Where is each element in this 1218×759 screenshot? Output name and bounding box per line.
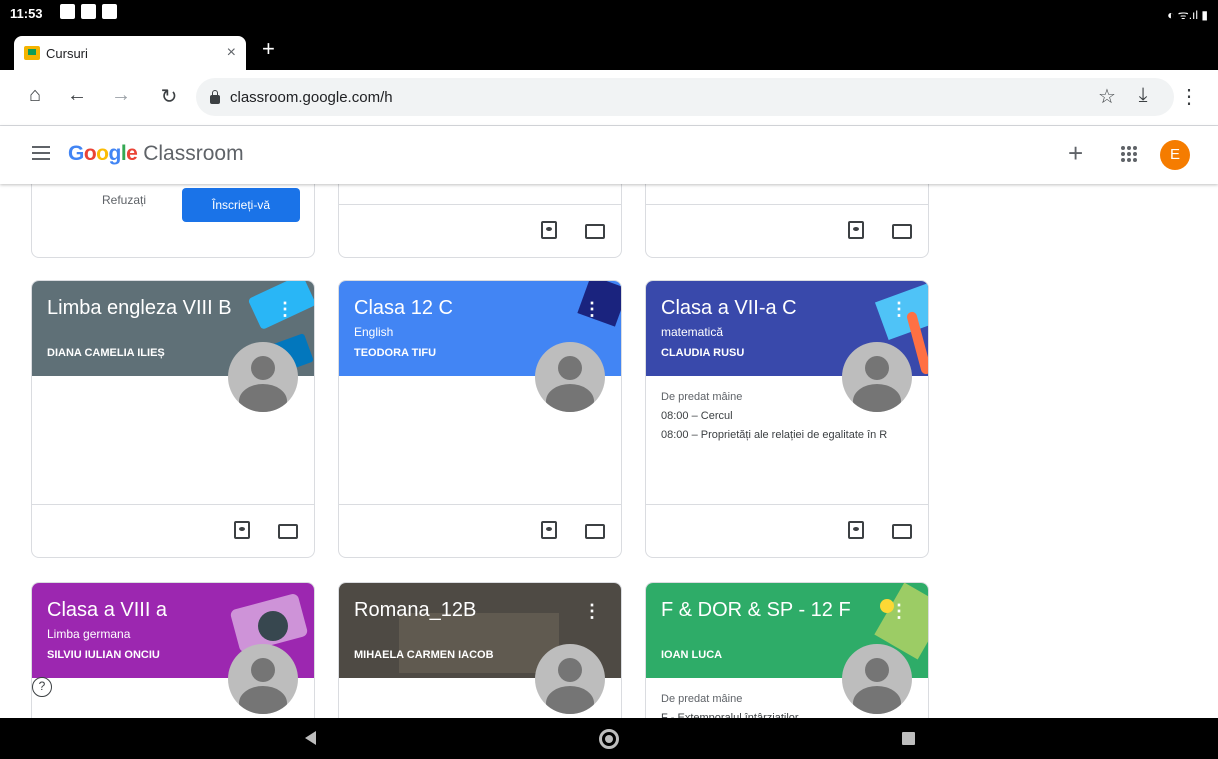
- teacher-avatar: [535, 342, 605, 412]
- classroom-favicon-icon: [24, 46, 40, 60]
- teacher-avatar: [228, 644, 298, 714]
- more-options-icon[interactable]: ⋮: [890, 601, 908, 622]
- product-name: Classroom: [143, 142, 244, 165]
- class-title[interactable]: Clasa 12 C: [354, 297, 453, 320]
- teacher-avatar: [842, 644, 912, 714]
- android-status-bar: 11:53 ◐ ᯤ.ıl ▮: [0, 0, 1218, 30]
- class-card: [645, 184, 929, 258]
- url-text: classroom.google.com/h: [230, 88, 393, 106]
- decline-button[interactable]: Refuzați: [102, 193, 146, 207]
- screenshot-notification-icon: [81, 4, 96, 19]
- apps-grid-icon[interactable]: [1121, 146, 1137, 162]
- android-nav-bar: [0, 718, 1218, 759]
- home-icon[interactable]: ⌂: [22, 84, 48, 107]
- teacher-name: MIHAELA CARMEN IACOB: [354, 649, 494, 661]
- upcoming-item[interactable]: F - Extemporalul întârziaților: [661, 709, 799, 718]
- assignments-icon[interactable]: [541, 221, 557, 239]
- class-title[interactable]: Romana_12B: [354, 599, 476, 622]
- class-cards-grid: Refuzați Înscrieți-vă Limba engleza VIII…: [0, 184, 1218, 718]
- lock-icon: [210, 89, 220, 104]
- hamburger-menu-icon[interactable]: [32, 146, 50, 160]
- more-options-icon[interactable]: ⋮: [890, 299, 908, 320]
- notification-icons: [60, 4, 117, 19]
- folder-icon[interactable]: [892, 524, 912, 539]
- account-avatar[interactable]: E: [1160, 140, 1190, 170]
- star-icon[interactable]: ☆: [1094, 84, 1120, 109]
- class-card[interactable]: Limba engleza VIII B DIANA CAMELIA ILIEȘ…: [31, 280, 315, 558]
- assignments-icon[interactable]: [848, 521, 864, 539]
- teacher-avatar: [228, 342, 298, 412]
- menu-icon[interactable]: ⋮: [1176, 84, 1202, 109]
- assignments-icon[interactable]: [848, 221, 864, 239]
- help-icon[interactable]: ?: [32, 677, 52, 697]
- class-card[interactable]: Clasa 12 C English TEODORA TIFU ⋮: [338, 280, 622, 558]
- teacher-name: SILVIU IULIAN ONCIU: [47, 649, 160, 661]
- teacher-name: IOAN LUCA: [661, 649, 723, 661]
- forward-icon[interactable]: →: [108, 84, 134, 107]
- class-title[interactable]: Limba engleza VIII B: [47, 297, 232, 320]
- card-footer: [32, 504, 314, 557]
- system-status-icons: ◐ ᯤ.ıl ▮: [1167, 8, 1208, 22]
- nav-home-icon[interactable]: [599, 729, 619, 749]
- card-footer: [339, 504, 621, 557]
- folder-icon[interactable]: [585, 524, 605, 539]
- classroom-app-bar: Google Classroom + E: [0, 126, 1218, 184]
- class-subject: Limba germana: [47, 627, 131, 641]
- more-options-icon[interactable]: ⋮: [583, 299, 601, 320]
- class-title[interactable]: Clasa a VII-a C: [661, 297, 797, 320]
- teacher-avatar: [535, 644, 605, 714]
- card-footer: [339, 204, 621, 257]
- class-card[interactable]: Clasa a VII-a C matematică CLAUDIA RUSU …: [645, 280, 929, 558]
- browser-tab-strip: Cursuri × +: [0, 30, 1218, 70]
- more-options-icon[interactable]: ⋮: [276, 299, 294, 320]
- tab-title: Cursuri: [46, 45, 88, 61]
- location-notification-icon: [102, 4, 117, 19]
- upcoming-work: De predat mâine 08:00 – Cercul 08:00 – P…: [661, 388, 887, 445]
- card-footer: [646, 204, 928, 257]
- join-button[interactable]: Înscrieți-vă: [182, 188, 300, 222]
- image-notification-icon: [60, 4, 75, 19]
- folder-icon[interactable]: [585, 224, 605, 239]
- upcoming-label: De predat mâine: [661, 391, 743, 403]
- class-subject: English: [354, 325, 394, 339]
- class-title[interactable]: F & DOR & SP - 12 F: [661, 599, 851, 622]
- upcoming-work: De predat mâine F - Extemporalul întârzi…: [661, 690, 799, 718]
- browser-toolbar: ⌂ ← → ↻ classroom.google.com/h ☆ ⤓ ⋮: [0, 70, 1218, 126]
- class-card: [338, 184, 622, 258]
- upcoming-label: De predat mâine: [661, 693, 743, 705]
- tab-cursuri[interactable]: Cursuri ×: [14, 36, 246, 70]
- download-icon[interactable]: ⤓: [1130, 84, 1156, 107]
- assignments-icon[interactable]: [234, 521, 250, 539]
- google-wordmark: Google: [68, 142, 138, 165]
- nav-back-icon[interactable]: [305, 731, 316, 745]
- folder-icon[interactable]: [892, 224, 912, 239]
- teacher-name: TEODORA TIFU: [354, 347, 437, 359]
- card-footer: [646, 504, 928, 557]
- more-options-icon[interactable]: ⋮: [583, 601, 601, 622]
- invite-card: Refuzați Înscrieți-vă: [31, 184, 315, 258]
- upcoming-item[interactable]: 08:00 – Proprietăți ale relației de egal…: [661, 426, 887, 445]
- new-tab-button[interactable]: +: [262, 36, 275, 62]
- create-join-class-icon[interactable]: +: [1068, 138, 1083, 169]
- classroom-logo[interactable]: Google Classroom: [68, 142, 244, 166]
- close-tab-icon[interactable]: ×: [227, 44, 236, 62]
- class-card[interactable]: F & DOR & SP - 12 F IOAN LUCA ⋮ De preda…: [645, 582, 929, 718]
- nav-recents-icon[interactable]: [902, 732, 915, 745]
- address-bar[interactable]: classroom.google.com/h: [196, 78, 1174, 116]
- folder-icon[interactable]: [278, 524, 298, 539]
- teacher-name: CLAUDIA RUSU: [661, 347, 745, 359]
- teacher-name: DIANA CAMELIA ILIEȘ: [47, 347, 165, 359]
- class-subject: matematică: [661, 325, 724, 339]
- status-time: 11:53: [10, 6, 43, 21]
- class-title[interactable]: Clasa a VIII a: [47, 599, 167, 622]
- upcoming-item[interactable]: 08:00 – Cercul: [661, 407, 887, 426]
- class-card[interactable]: Romana_12B MIHAELA CARMEN IACOB ⋮: [338, 582, 622, 718]
- class-card[interactable]: Clasa a VIII a Limba germana SILVIU IULI…: [31, 582, 315, 718]
- back-icon[interactable]: ←: [64, 84, 90, 107]
- assignments-icon[interactable]: [541, 521, 557, 539]
- reload-icon[interactable]: ↻: [156, 84, 182, 109]
